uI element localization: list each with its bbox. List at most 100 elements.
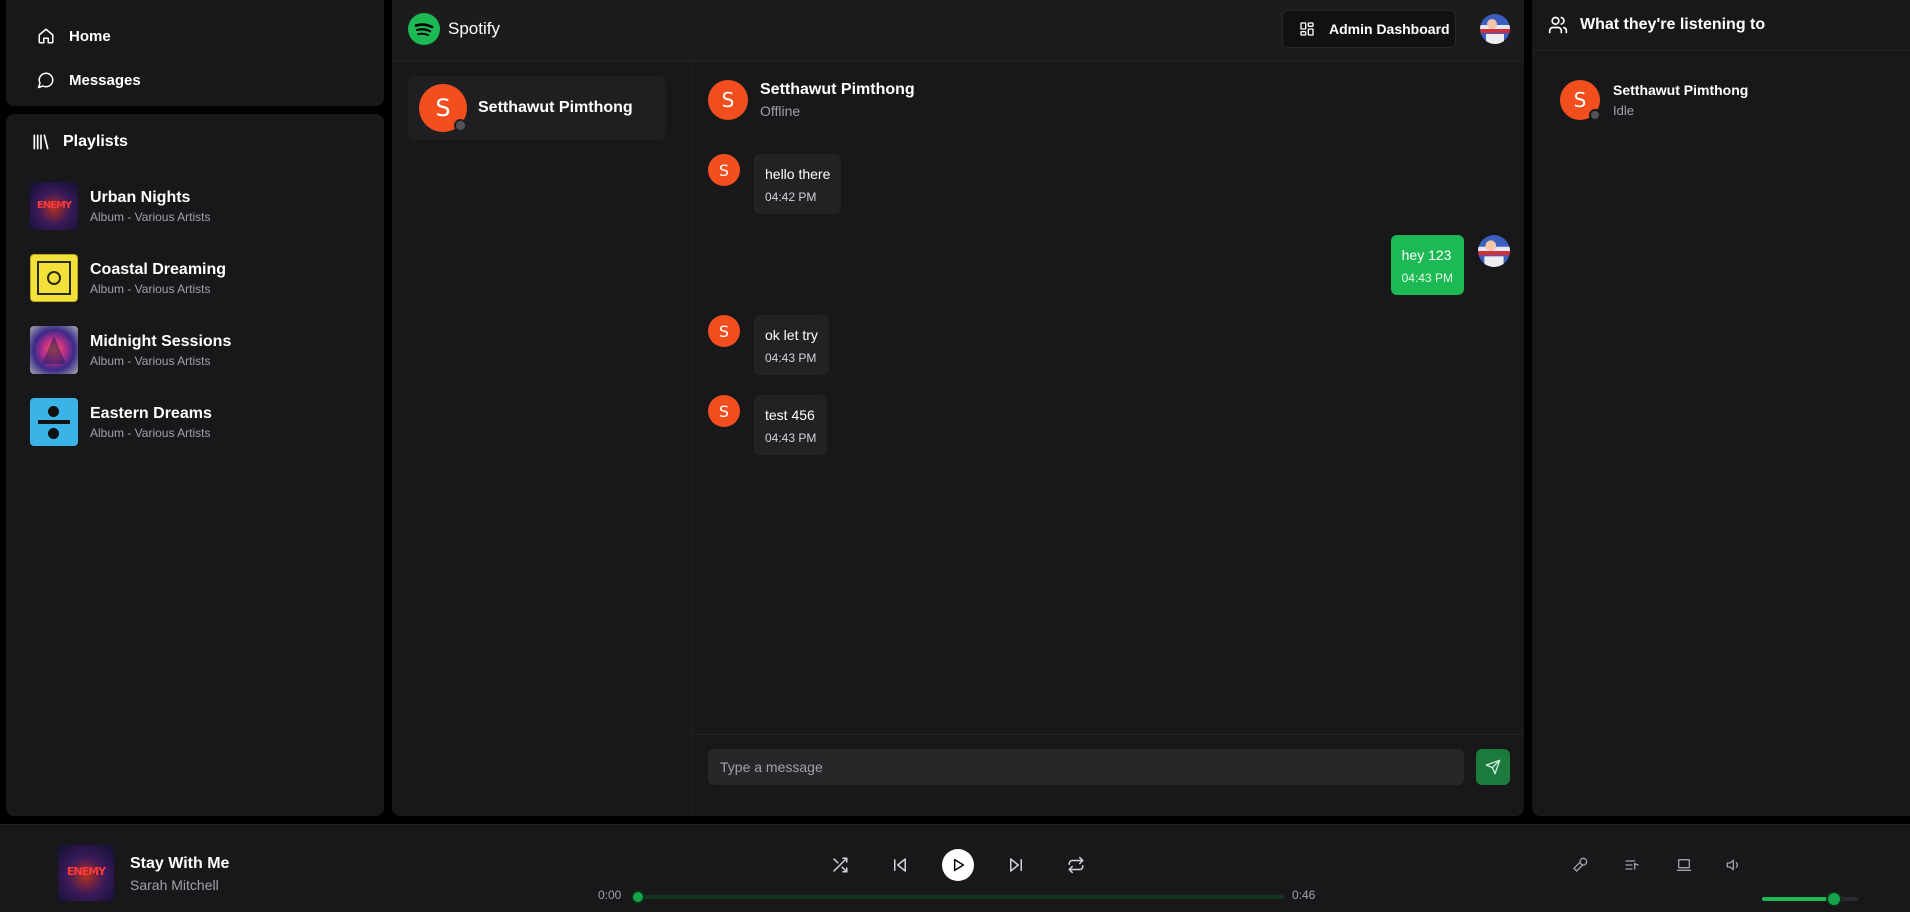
idle-status-dot	[1589, 109, 1601, 121]
message-input[interactable]	[708, 749, 1464, 785]
skip-back-icon	[894, 858, 906, 872]
message-row-own: hey 123 04:43 PM	[1390, 235, 1510, 295]
queue-button[interactable]	[1620, 853, 1644, 877]
message-time: 04:43 PM	[765, 431, 817, 445]
avatar-initial: S	[718, 160, 730, 180]
repeat-icon	[1068, 856, 1084, 874]
send-button[interactable]	[1476, 749, 1510, 785]
avatar: S	[708, 315, 740, 347]
volume-fill	[1762, 897, 1834, 901]
play-button[interactable]	[942, 849, 974, 881]
avatar-initial: S	[721, 88, 735, 112]
microphone-icon	[1573, 857, 1588, 872]
playlist-title: Coastal Dreaming	[90, 260, 227, 278]
conversation-name: Setthawut Pimthong	[478, 99, 633, 116]
playlist-subtitle: Album - Various Artists	[90, 353, 211, 368]
shuffle-button[interactable]	[828, 853, 852, 877]
playlist-title: Urban Nights	[90, 188, 191, 206]
chat-header: S Setthawut Pimthong Offline	[708, 80, 915, 120]
conversation-item[interactable]: S Setthawut Pimthong	[408, 76, 666, 140]
home-icon	[38, 28, 54, 44]
avatar: S	[708, 80, 748, 120]
avatar: S	[708, 154, 740, 186]
mute-button[interactable]	[1722, 853, 1746, 877]
progress-bar[interactable]	[631, 890, 1284, 904]
volume-thumb[interactable]	[1826, 891, 1842, 907]
chat-contact-name: Setthawut Pimthong	[760, 81, 915, 98]
next-button[interactable]	[1004, 853, 1028, 877]
brand[interactable]: Spotify	[408, 13, 500, 45]
playlists-title: Playlists	[63, 133, 128, 150]
admin-dashboard-button[interactable]: Admin Dashboard	[1282, 10, 1456, 48]
playlist-item-coastal-dreaming[interactable]: Coastal Dreaming Album - Various Artists	[6, 242, 384, 314]
progress-thumb[interactable]	[631, 890, 645, 904]
playlist-item-midnight-sessions[interactable]: Midnight Sessions Album - Various Artist…	[6, 314, 384, 386]
avatar-initial: S	[1573, 88, 1587, 112]
nav-messages[interactable]: Messages	[6, 60, 384, 100]
send-icon	[1485, 759, 1501, 775]
playlist-title: Midnight Sessions	[90, 332, 232, 350]
chat-contact-status: Offline	[760, 103, 801, 119]
avatar: S	[1560, 80, 1601, 121]
message-bubble: ok let try 04:43 PM	[754, 315, 829, 375]
playlist-subtitle: Album - Various Artists	[90, 209, 211, 224]
user-avatar[interactable]	[1480, 14, 1510, 44]
message-row: S test 456 04:43 PM	[708, 395, 828, 455]
urban-nights-art: ENEMY	[30, 182, 78, 230]
duration: 0:46	[1292, 888, 1316, 902]
repeat-button[interactable]	[1064, 853, 1088, 877]
message-circle-icon	[37, 72, 54, 89]
playlist-item-urban-nights[interactable]: ENEMY Urban Nights Album - Various Artis…	[6, 170, 384, 242]
device-button[interactable]	[1672, 853, 1696, 877]
chat-panel: S Setthawut Pimthong Offline S hello the…	[692, 62, 1524, 816]
message-time: 04:43 PM	[1401, 271, 1453, 285]
left-nav: Home Messages	[6, 0, 384, 106]
avatar: S	[419, 84, 467, 132]
nav-messages-label: Messages	[69, 71, 141, 89]
main-panel: Spotify Admin Dashboard S Setthawut Pimt…	[392, 0, 1524, 816]
friend-activity-panel: What they're listening to S Setthawut Pi…	[1532, 0, 1910, 816]
player-bar: ENEMY Stay With Me Sarah Mitchell 0:00 0…	[0, 824, 1910, 912]
user-avatar	[1478, 235, 1510, 267]
message-time: 04:42 PM	[765, 190, 817, 204]
nav-home[interactable]: Home	[6, 16, 384, 56]
laptop-icon	[1676, 859, 1692, 871]
topbar: Spotify Admin Dashboard	[392, 0, 1524, 62]
eastern-dreams-art	[30, 398, 78, 446]
avatar: S	[708, 395, 740, 427]
previous-button[interactable]	[888, 853, 912, 877]
conversation-list: S Setthawut Pimthong	[392, 62, 692, 816]
friend-activity-title: What they're listening to	[1580, 16, 1766, 33]
playlist-item-eastern-dreams[interactable]: Eastern Dreams Album - Various Artists	[6, 386, 384, 458]
spotify-logo-icon	[408, 13, 440, 45]
skip-forward-icon	[1010, 858, 1022, 872]
message-text: hey 123	[1401, 247, 1452, 263]
current-time: 0:00	[598, 888, 622, 902]
brand-name: Spotify	[448, 19, 500, 38]
message-text: ok let try	[765, 327, 818, 343]
avatar-initial: S	[718, 401, 730, 421]
library-icon	[33, 134, 49, 150]
volume-slider[interactable]	[1762, 891, 1858, 907]
avatar-initial: S	[435, 94, 451, 122]
play-icon	[953, 858, 965, 872]
offline-status-dot	[454, 119, 467, 132]
message-text: test 456	[765, 407, 815, 423]
users-icon	[1548, 16, 1568, 34]
playlists-header: Playlists	[6, 114, 384, 170]
lyrics-button[interactable]	[1568, 853, 1592, 877]
shuffle-icon	[833, 857, 848, 873]
now-playing-art: ENEMY	[58, 845, 114, 901]
coastal-dreaming-art	[30, 254, 78, 302]
playlist-title: Eastern Dreams	[90, 404, 212, 422]
message-bubble: test 456 04:43 PM	[754, 395, 828, 455]
message-time: 04:43 PM	[765, 351, 817, 365]
now-playing-artist: Sarah Mitchell	[130, 877, 219, 893]
playlist-subtitle: Album - Various Artists	[90, 425, 211, 440]
friend-item[interactable]: S Setthawut Pimthong Idle	[1560, 80, 1748, 121]
nav-home-label: Home	[69, 27, 111, 45]
message-composer	[692, 734, 1524, 816]
message-row: S ok let try 04:43 PM	[708, 315, 829, 375]
queue-icon	[1625, 860, 1639, 870]
friend-activity-header: What they're listening to	[1532, 0, 1910, 51]
